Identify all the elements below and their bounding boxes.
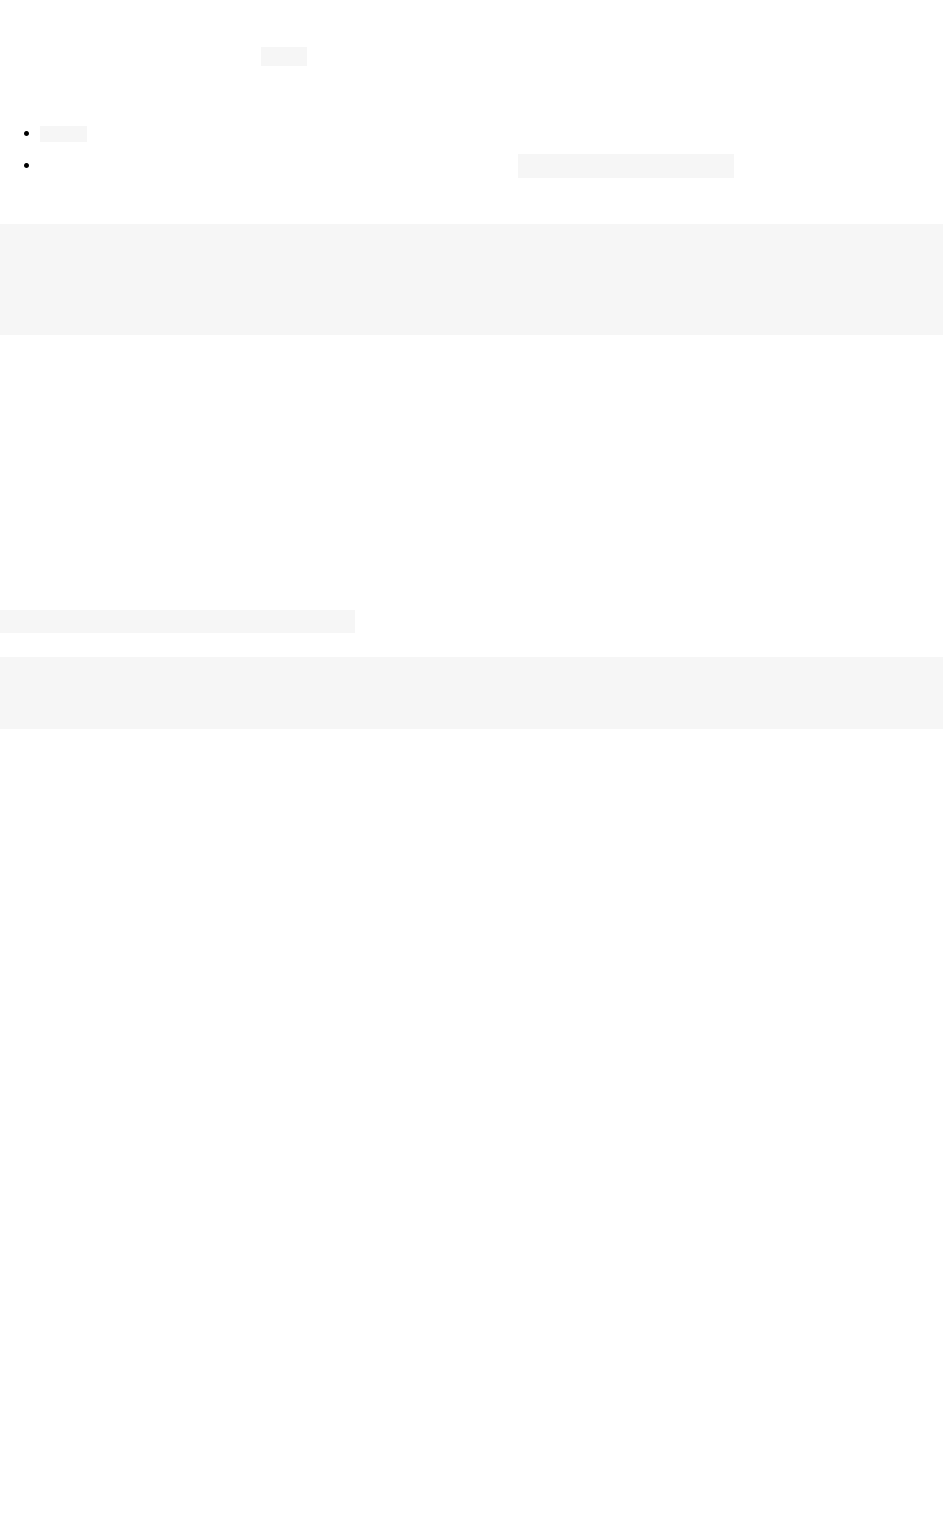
mid-pill-placeholder: [0, 610, 355, 633]
bullet-list-container: [0, 124, 943, 174]
header-pill-placeholder: [261, 47, 307, 66]
list-item: [40, 156, 943, 174]
hero-placeholder-block: [0, 224, 943, 335]
bullet-list: [0, 124, 943, 174]
list-item: [40, 124, 943, 142]
list-item-label-placeholder: [40, 126, 87, 142]
content-band-placeholder: [0, 657, 943, 729]
list-item-label-placeholder: [518, 154, 734, 178]
mid-pill-row: [0, 610, 943, 633]
top-spacer: [0, 0, 943, 47]
